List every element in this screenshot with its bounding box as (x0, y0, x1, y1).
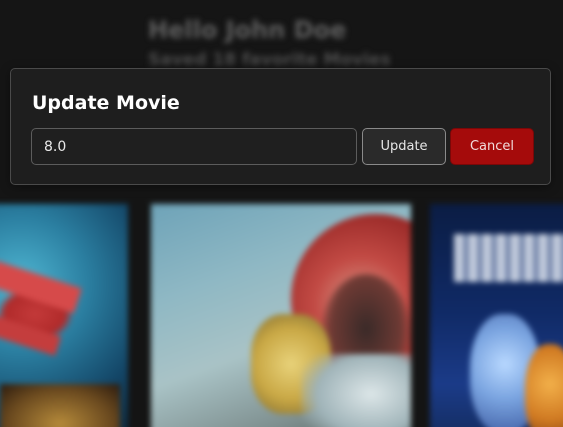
poster-art (454, 234, 563, 282)
poster-gap (128, 204, 151, 427)
cancel-button[interactable]: Cancel (450, 128, 534, 165)
poster-art (0, 260, 82, 314)
update-movie-dialog: Update Movie Update Cancel (10, 68, 551, 185)
update-button[interactable]: Update (362, 128, 446, 165)
poster-art (0, 384, 120, 427)
blurred-background: Hello John Doe Saved 18 favorite Movies (0, 0, 563, 427)
dialog-title: Update Movie (32, 92, 180, 114)
poster-art (525, 344, 563, 427)
poster-art (0, 312, 62, 356)
movie-poster[interactable] (0, 204, 128, 427)
rating-input[interactable] (31, 128, 357, 165)
movie-poster[interactable] (430, 204, 563, 427)
page: Hello John Doe Saved 18 favorite Movies … (0, 0, 563, 427)
poster-gap (411, 204, 430, 427)
poster-art (301, 354, 411, 427)
movie-poster[interactable] (151, 204, 411, 427)
greeting-heading: Hello John Doe (148, 16, 347, 44)
favorites-count-subheading: Saved 18 favorite Movies (148, 50, 391, 70)
